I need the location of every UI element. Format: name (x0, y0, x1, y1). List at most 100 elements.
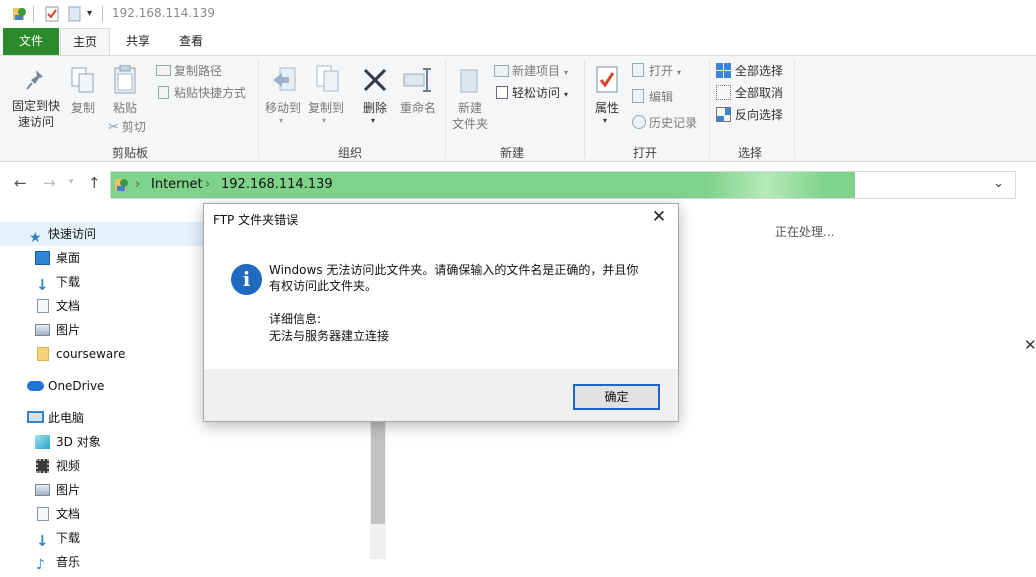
new-item-button[interactable]: 新建项目 ▾ (494, 62, 568, 80)
sidebar-scroll-thumb[interactable] (371, 420, 385, 524)
paste-button[interactable]: 粘贴 (106, 64, 144, 124)
sidebar-item-label: 文档 (56, 299, 81, 313)
tab-view[interactable]: 查看 (167, 28, 215, 55)
sidebar-item-label: 快速访问 (48, 227, 97, 241)
new-item-icon (494, 65, 509, 77)
history-label: 历史记录 (649, 116, 698, 130)
copy-to-icon (314, 64, 340, 97)
paste-label: 粘贴 (112, 101, 137, 115)
breadcrumb-separator-icon: › (135, 177, 141, 192)
new-item-dropdown-icon: ▾ (564, 68, 569, 77)
dialog-message: Windows 无法访问此文件夹。请确保输入的文件名是正确的，并且你有权访问此文… (269, 263, 639, 293)
delete-label: 删除 (362, 101, 387, 115)
customize-quick-access-icon[interactable]: ▾ (87, 8, 92, 19)
copy-to-button[interactable]: 复制到 ▾ (305, 64, 347, 134)
sidebar-item-label: 下载 (56, 531, 81, 545)
delete-button[interactable]: 删除 ▾ (358, 64, 392, 134)
sidebar-item-label: OneDrive (48, 379, 105, 393)
sidebar-item-label: 桌面 (56, 251, 81, 265)
cut-button[interactable]: ✂ 剪切 (108, 118, 146, 136)
open-label: 打开 (649, 64, 674, 78)
loading-status: 正在处理... (775, 225, 835, 239)
open-button[interactable]: 打开 ▾ (632, 62, 681, 80)
copy-icon (70, 66, 96, 97)
properties-quick-icon[interactable] (45, 6, 59, 22)
sidebar-item-label: 此电脑 (48, 411, 85, 425)
address-bar[interactable]: › Internet › 192.168.114.139 ⌄ (110, 171, 1016, 199)
cube-icon (35, 435, 50, 449)
folder-icon (37, 347, 49, 361)
cut-label: 剪切 (121, 120, 146, 134)
easy-access-button[interactable]: 轻松访问 ▾ (496, 84, 568, 102)
breadcrumb-host[interactable]: 192.168.114.139 (221, 177, 333, 192)
app-icon (12, 6, 27, 22)
invert-selection-button[interactable]: 反向选择 (716, 106, 783, 124)
sidebar-item-label: 图片 (56, 483, 81, 497)
select-all-button[interactable]: 全部选择 (716, 62, 783, 80)
video-icon (36, 459, 49, 473)
sidebar-item-label: 下载 (56, 275, 81, 289)
history-button[interactable]: 历史记录 (632, 114, 697, 132)
paste-icon (113, 64, 139, 98)
select-none-icon (716, 85, 731, 100)
clipboard-group-label: 剪贴板 (111, 146, 148, 160)
sidebar-item-label: 文档 (56, 507, 81, 521)
dialog-detail-heading: 详细信息: (269, 312, 322, 326)
up-arrow-icon[interactable]: ↑ (88, 174, 101, 192)
tab-file[interactable]: 文件 (3, 28, 59, 55)
copy-label: 复制 (70, 101, 95, 115)
close-icon[interactable]: ✕ (648, 207, 670, 227)
picture-icon (35, 484, 50, 496)
recent-locations-icon[interactable]: ▾ (69, 177, 74, 187)
easy-access-dropdown-icon: ▾ (564, 90, 569, 99)
address-row: ← → ▾ ↑ › Internet › 192.168.114.139 ⌄ ✕ (0, 162, 1036, 354)
computer-icon (27, 411, 44, 423)
organize-group-label: 组织 (337, 146, 362, 160)
select-none-button[interactable]: 全部取消 (716, 84, 783, 102)
new-item-label: 新建项目 (512, 64, 561, 78)
pin-to-quick-access-button[interactable]: 固定到快 速访问 (8, 64, 64, 134)
sidebar-item-3d-objects[interactable]: 3D 对象 (0, 430, 370, 454)
sidebar-item-label: 视频 (56, 459, 81, 473)
forward-arrow-icon[interactable]: → (43, 174, 56, 192)
copy-path-label: 复制路径 (174, 64, 223, 78)
sidebar-item-pictures-pc[interactable]: 图片 (0, 478, 370, 502)
sidebar-item-music[interactable]: ♪ 音乐 (0, 550, 370, 574)
ribbon-tabs: 文件 主页 共享 查看 (0, 28, 1036, 55)
tab-home[interactable]: 主页 (60, 28, 110, 55)
sidebar-item-label: 3D 对象 (56, 435, 101, 449)
clear-search-icon[interactable]: ✕ (1024, 336, 1036, 354)
breadcrumb-separator-icon: › (205, 177, 211, 192)
paste-shortcut-button[interactable]: 粘贴快捷方式 (158, 84, 246, 102)
window-title: 192.168.114.139 (112, 6, 216, 20)
invert-selection-label: 反向选择 (735, 108, 784, 122)
copy-button[interactable]: 复制 (66, 64, 100, 124)
picture-icon (35, 324, 50, 336)
address-dropdown-icon[interactable]: ⌄ (993, 176, 1004, 191)
new-folder-icon (459, 68, 481, 97)
breadcrumb-internet[interactable]: Internet (151, 177, 203, 192)
dialog-detail: 无法与服务器建立连接 (269, 329, 390, 343)
sidebar-item-label: courseware (56, 347, 126, 361)
back-arrow-icon[interactable]: ← (14, 174, 27, 192)
properties-button[interactable]: 属性 ▾ (589, 64, 625, 134)
sidebar-item-videos[interactable]: 视频 (0, 454, 370, 478)
invert-selection-icon (716, 107, 731, 122)
move-to-button[interactable]: 移动到 ▾ (262, 64, 304, 134)
rename-button[interactable]: 重命名 (396, 64, 440, 124)
new-group-label: 新建 (499, 146, 524, 160)
edit-label: 编辑 (649, 90, 674, 104)
desktop-icon (35, 251, 50, 265)
copy-path-button[interactable]: 复制路径 (156, 62, 222, 80)
tab-share[interactable]: 共享 (114, 28, 162, 55)
new-folder-button[interactable]: 新建 文件夹 (449, 64, 491, 134)
sidebar-item-documents-pc[interactable]: 文档 (0, 502, 370, 526)
edit-button[interactable]: 编辑 (632, 88, 673, 106)
music-icon: ♪ (36, 557, 45, 573)
open-dropdown-icon: ▾ (677, 68, 682, 77)
sidebar-item-downloads-pc[interactable]: ↓ 下载 (0, 526, 370, 550)
title-bar: ▾ 192.168.114.139 (0, 0, 1036, 28)
ok-button[interactable]: 确定 (573, 384, 660, 410)
new-folder-quick-icon[interactable] (68, 6, 81, 22)
history-icon (632, 115, 646, 129)
